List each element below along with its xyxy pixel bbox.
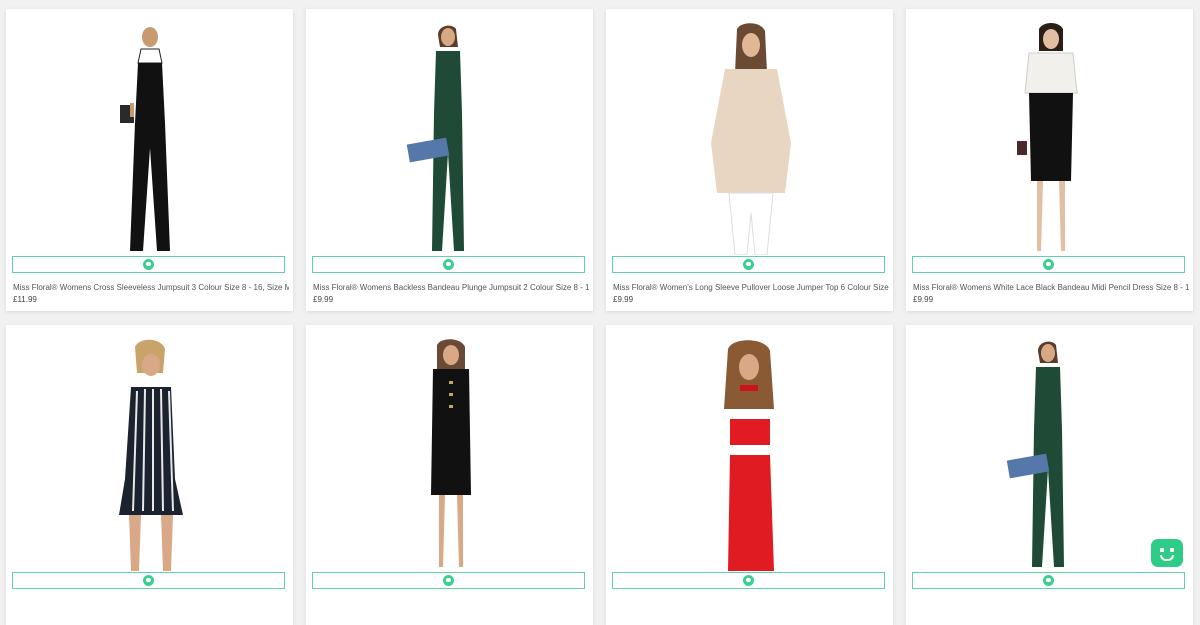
product-card[interactable] <box>906 325 1193 625</box>
product-title[interactable]: Miss Floral® Womens White Lace Black Ban… <box>913 282 1189 293</box>
product-card[interactable] <box>306 325 593 625</box>
chat-icon <box>743 259 754 270</box>
dress-figure-icon <box>1016 23 1078 251</box>
chat-icon <box>143 575 154 586</box>
chat-button[interactable] <box>912 256 1185 273</box>
product-price: £9.99 <box>313 295 334 304</box>
product-image[interactable] <box>606 19 893 255</box>
product-price: £9.99 <box>913 295 934 304</box>
product-image[interactable] <box>6 335 293 571</box>
product-price: £9.99 <box>613 295 634 304</box>
dress-figure-icon <box>723 340 774 571</box>
playsuit-figure-icon <box>118 339 183 571</box>
chat-button[interactable] <box>312 572 585 589</box>
product-title[interactable]: Miss Floral® Womens Backless Bandeau Plu… <box>313 282 589 293</box>
product-card[interactable]: Miss Floral® Womens White Lace Black Ban… <box>906 9 1193 311</box>
bot-face-icon <box>1160 555 1174 561</box>
jumpsuit-figure-icon <box>406 25 464 251</box>
product-title[interactable]: Miss Floral® Womens Cross Sleeveless Jum… <box>13 282 289 293</box>
jumper-figure-icon <box>710 23 791 255</box>
product-card[interactable] <box>606 325 893 625</box>
product-image[interactable] <box>306 19 593 255</box>
chat-button[interactable] <box>12 256 285 273</box>
product-card[interactable]: Miss Floral® Womens Backless Bandeau Plu… <box>306 9 593 311</box>
bot-face-icon <box>1160 548 1164 552</box>
chat-button[interactable] <box>912 572 1185 589</box>
chat-icon <box>143 259 154 270</box>
product-image[interactable] <box>606 335 893 571</box>
chat-icon <box>1043 259 1054 270</box>
chat-button[interactable] <box>612 256 885 273</box>
chat-icon <box>1043 575 1054 586</box>
chat-icon <box>743 575 754 586</box>
chat-button[interactable] <box>312 256 585 273</box>
product-title[interactable]: Miss Floral® Women's Long Sleeve Pullove… <box>613 282 889 293</box>
product-card[interactable]: Miss Floral® Women's Long Sleeve Pullove… <box>606 9 893 311</box>
product-card[interactable]: Miss Floral® Womens Cross Sleeveless Jum… <box>6 9 293 311</box>
product-price: £11.99 <box>13 295 37 304</box>
jumpsuit-figure-icon <box>119 27 170 251</box>
chat-icon <box>443 259 454 270</box>
chatbot-launcher-button[interactable] <box>1151 539 1183 567</box>
jumpsuit-figure-icon <box>1006 341 1064 567</box>
product-grid: Miss Floral® Womens Cross Sleeveless Jum… <box>0 0 1200 625</box>
dress-figure-icon <box>430 339 471 567</box>
product-image[interactable] <box>306 335 593 571</box>
product-card[interactable] <box>6 325 293 625</box>
product-image[interactable] <box>6 19 293 255</box>
chat-icon <box>443 575 454 586</box>
bot-face-icon <box>1170 548 1174 552</box>
product-image[interactable] <box>906 19 1193 255</box>
product-image[interactable] <box>906 335 1193 571</box>
chat-button[interactable] <box>612 572 885 589</box>
chat-button[interactable] <box>12 572 285 589</box>
